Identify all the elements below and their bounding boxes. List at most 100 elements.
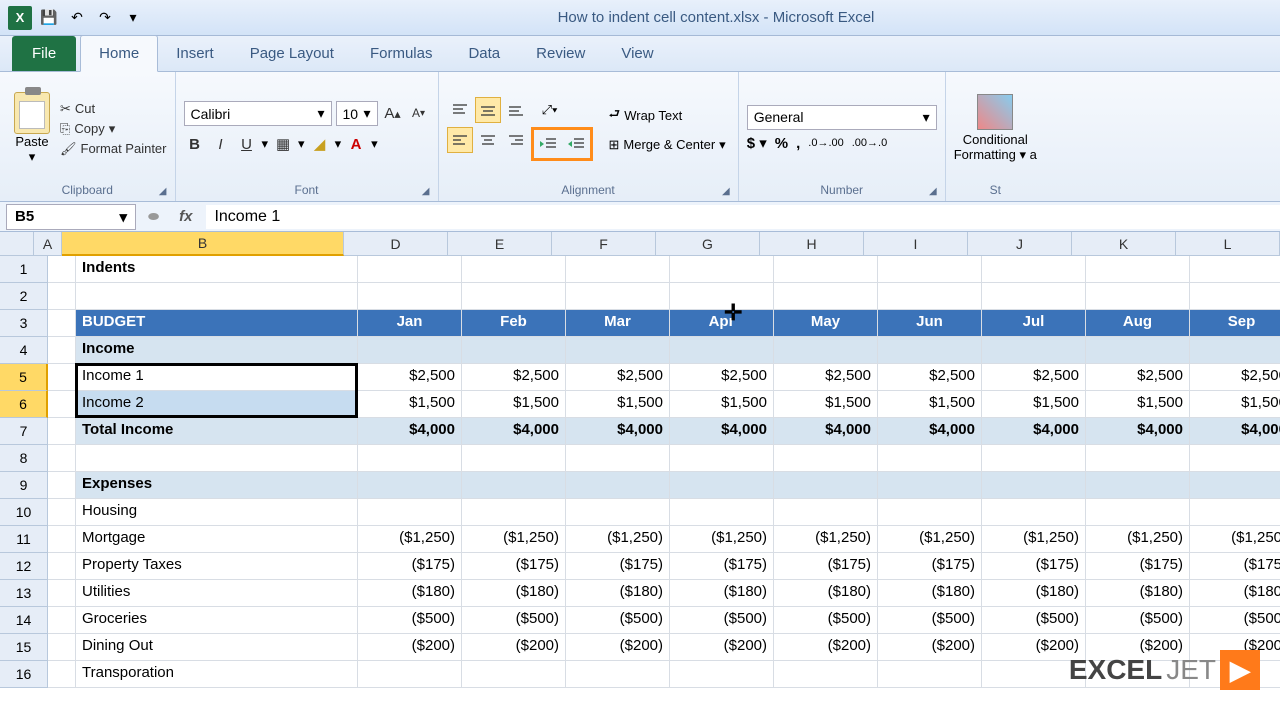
cell[interactable]: [774, 499, 878, 526]
comma-icon[interactable]: ,: [796, 135, 800, 152]
cell[interactable]: [774, 445, 878, 472]
column-header-D[interactable]: D: [344, 232, 448, 256]
tab-file[interactable]: File: [12, 36, 76, 71]
cell[interactable]: Mortgage: [76, 526, 358, 553]
cell[interactable]: $4,000: [1190, 418, 1280, 445]
cell[interactable]: ($175): [462, 553, 566, 580]
cell[interactable]: $1,500: [670, 391, 774, 418]
cell[interactable]: ($200): [566, 634, 670, 661]
cell[interactable]: [358, 499, 462, 526]
grow-font-icon[interactable]: A▴: [382, 101, 404, 125]
cell[interactable]: Dining Out: [76, 634, 358, 661]
cell[interactable]: $1,500: [774, 391, 878, 418]
paste-dropdown-icon[interactable]: ▾: [29, 149, 36, 165]
cell[interactable]: May: [774, 310, 878, 337]
cell[interactable]: $4,000: [670, 418, 774, 445]
cell[interactable]: ($500): [1190, 607, 1280, 634]
cell[interactable]: $4,000: [462, 418, 566, 445]
align-right-icon[interactable]: [503, 127, 529, 153]
cell[interactable]: ($175): [566, 553, 670, 580]
align-left-icon[interactable]: [447, 127, 473, 153]
cell[interactable]: $2,500: [1086, 364, 1190, 391]
cell[interactable]: $4,000: [982, 418, 1086, 445]
cell[interactable]: Income 2: [76, 391, 358, 418]
cell[interactable]: $1,500: [982, 391, 1086, 418]
cell[interactable]: ($180): [566, 580, 670, 607]
increase-decimal-icon[interactable]: .0→.00: [808, 137, 843, 149]
tab-page-layout[interactable]: Page Layout: [232, 36, 352, 71]
cell[interactable]: ($500): [566, 607, 670, 634]
tab-insert[interactable]: Insert: [158, 36, 232, 71]
number-format-select[interactable]: General▾: [747, 105, 937, 130]
cell[interactable]: [48, 364, 76, 391]
cell[interactable]: ($1,250): [1190, 526, 1280, 553]
cell[interactable]: [982, 472, 1086, 499]
cell[interactable]: ($175): [878, 553, 982, 580]
format-painter-button[interactable]: 🖌Format Painter: [60, 141, 167, 157]
tab-data[interactable]: Data: [450, 36, 518, 71]
cell[interactable]: ($180): [670, 580, 774, 607]
cell[interactable]: [358, 337, 462, 364]
tab-review[interactable]: Review: [518, 36, 603, 71]
column-header-H[interactable]: H: [760, 232, 864, 256]
column-header-I[interactable]: I: [864, 232, 968, 256]
cell[interactable]: [566, 337, 670, 364]
cell[interactable]: [878, 337, 982, 364]
cell[interactable]: Mar: [566, 310, 670, 337]
cell[interactable]: [1086, 337, 1190, 364]
cell[interactable]: ($500): [982, 607, 1086, 634]
cell[interactable]: $1,500: [1190, 391, 1280, 418]
cell[interactable]: [878, 499, 982, 526]
cell[interactable]: Expenses: [76, 472, 358, 499]
cell[interactable]: ($1,250): [1086, 526, 1190, 553]
cell[interactable]: [462, 661, 566, 688]
qat-dropdown-icon[interactable]: ▾: [122, 7, 144, 29]
cancel-formula-icon[interactable]: ⬬: [142, 209, 165, 225]
cell[interactable]: [982, 283, 1086, 310]
font-color-button[interactable]: A: [345, 132, 367, 156]
cell[interactable]: [462, 283, 566, 310]
cell[interactable]: $2,500: [670, 364, 774, 391]
row-header-15[interactable]: 15: [0, 634, 48, 661]
cell[interactable]: [462, 256, 566, 283]
cell[interactable]: [76, 283, 358, 310]
number-launcher-icon[interactable]: ◢: [929, 186, 937, 197]
cell[interactable]: [1086, 256, 1190, 283]
cell[interactable]: [358, 661, 462, 688]
cell[interactable]: Indents: [76, 256, 358, 283]
cell[interactable]: [48, 256, 76, 283]
tab-formulas[interactable]: Formulas: [352, 36, 451, 71]
font-launcher-icon[interactable]: ◢: [422, 186, 430, 197]
cell[interactable]: ($175): [774, 553, 878, 580]
cell[interactable]: [670, 256, 774, 283]
cell[interactable]: ($175): [982, 553, 1086, 580]
cell[interactable]: $2,500: [358, 364, 462, 391]
cell[interactable]: [878, 661, 982, 688]
cell[interactable]: [462, 499, 566, 526]
increase-indent-icon[interactable]: [563, 131, 589, 157]
column-header-F[interactable]: F: [552, 232, 656, 256]
italic-button[interactable]: I: [210, 132, 232, 156]
row-header-5[interactable]: 5: [0, 364, 48, 391]
cell[interactable]: [48, 661, 76, 688]
undo-icon[interactable]: ↶: [66, 7, 88, 29]
conditional-formatting-button[interactable]: Conditional Formatting ▾ a: [954, 94, 1037, 163]
cell[interactable]: BUDGET: [76, 310, 358, 337]
underline-button[interactable]: U: [236, 132, 258, 156]
cell[interactable]: ($200): [358, 634, 462, 661]
cell[interactable]: [1190, 256, 1280, 283]
cell[interactable]: [358, 445, 462, 472]
row-header-14[interactable]: 14: [0, 607, 48, 634]
cell[interactable]: [48, 445, 76, 472]
column-header-K[interactable]: K: [1072, 232, 1176, 256]
cell[interactable]: ($175): [670, 553, 774, 580]
cell[interactable]: [48, 607, 76, 634]
cell[interactable]: [48, 337, 76, 364]
name-box-dropdown-icon[interactable]: ▾: [119, 208, 127, 226]
cell[interactable]: ($200): [462, 634, 566, 661]
spreadsheet-grid[interactable]: ABDEFGHIJKL 12345678910111213141516 Inde…: [0, 232, 1280, 688]
cell[interactable]: ($1,250): [566, 526, 670, 553]
cell[interactable]: ($180): [1086, 580, 1190, 607]
cell[interactable]: [358, 283, 462, 310]
cell[interactable]: [566, 445, 670, 472]
